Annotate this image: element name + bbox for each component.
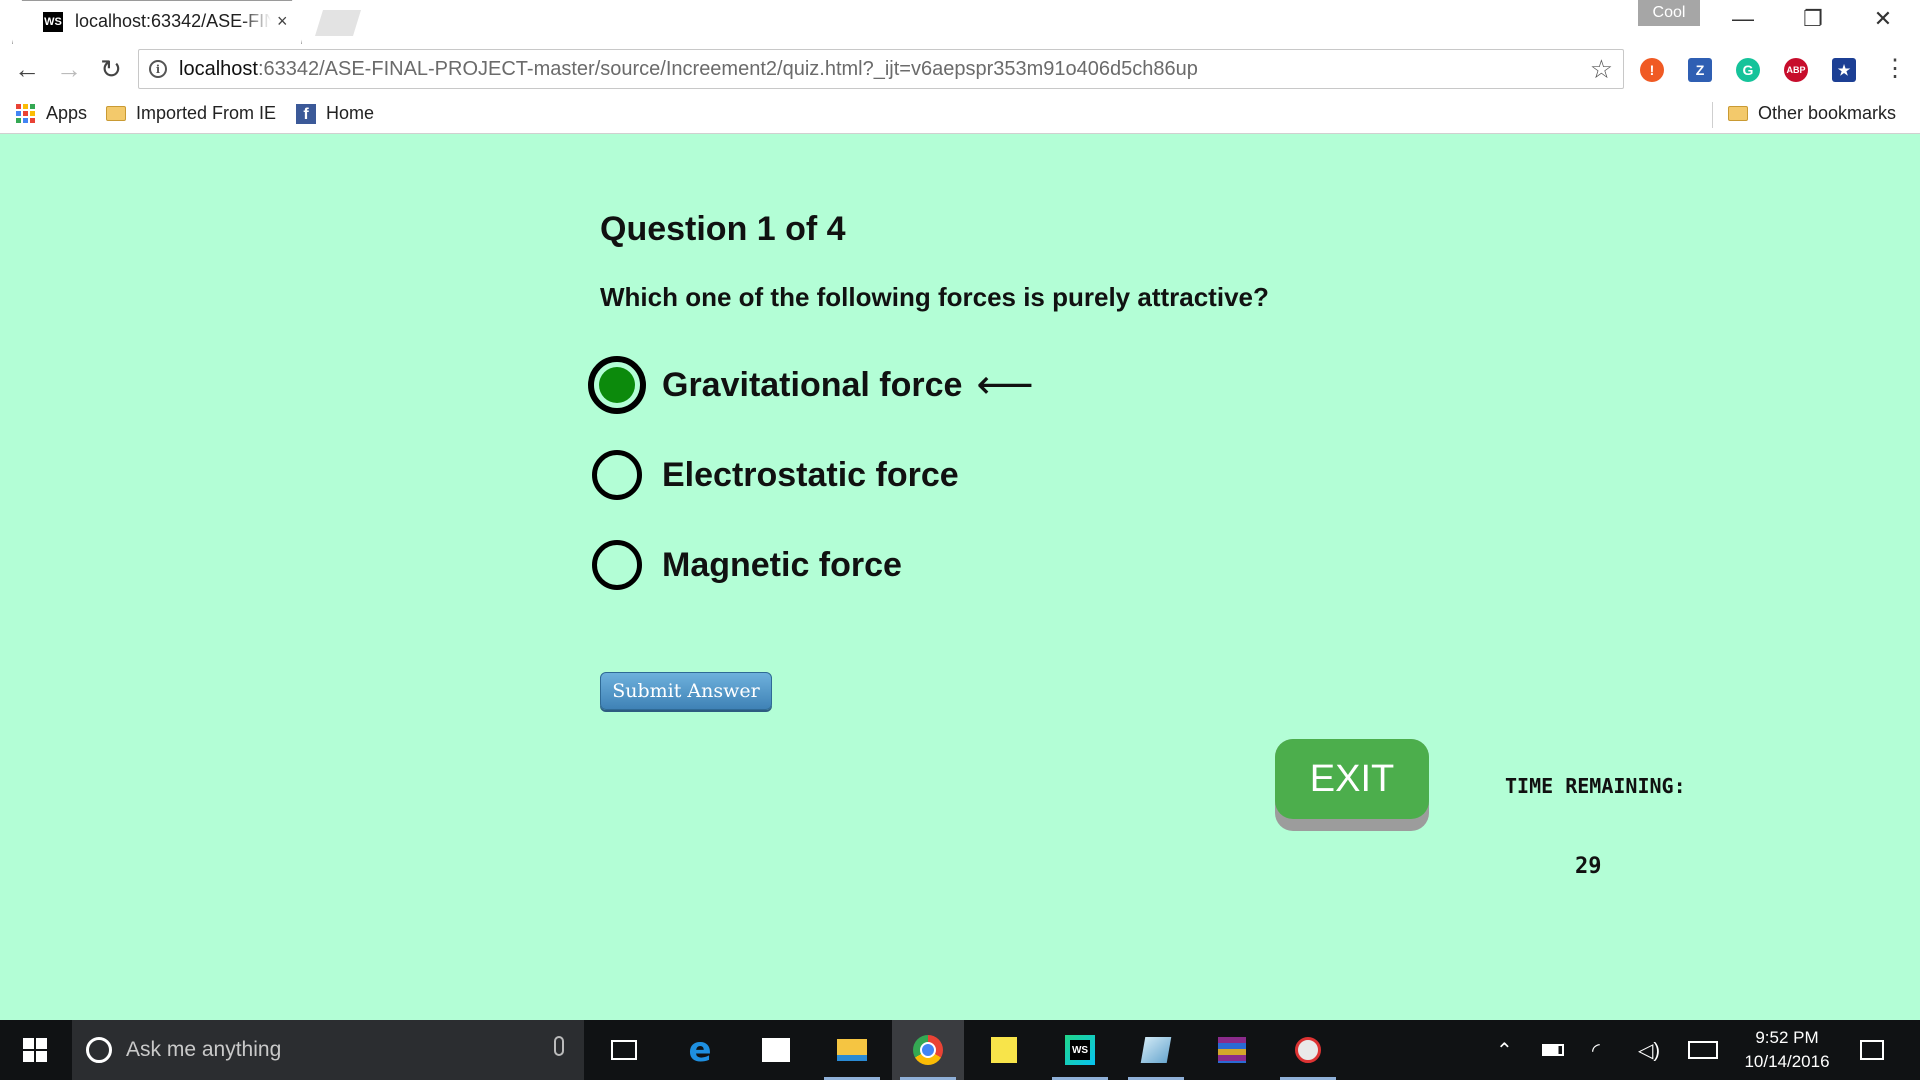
answer-option-magnetic[interactable]: Magnetic force [592, 540, 902, 590]
address-bar[interactable]: i localhost:63342/ASE-FINAL-PROJECT-mast… [138, 49, 1624, 89]
show-hidden-icons[interactable]: ⌃ [1496, 1020, 1513, 1080]
volume-icon[interactable]: ◁) [1638, 1020, 1660, 1080]
bookmark-other[interactable]: Other bookmarks [1728, 103, 1896, 124]
quiz-page: Question 1 of 4 Which one of the followi… [0, 134, 1920, 1020]
forward-icon[interactable]: → [52, 54, 86, 85]
extension-zotero-icon[interactable]: Z [1688, 58, 1712, 82]
radio-selected[interactable] [588, 356, 646, 414]
back-icon[interactable]: ← [10, 54, 44, 85]
microphone-icon[interactable] [554, 1036, 564, 1056]
system-clock[interactable]: 9:52 PM 10/14/2016 [1722, 1026, 1852, 1074]
wifi-icon[interactable]: ◜ [1592, 1020, 1600, 1080]
site-info-icon[interactable]: i [149, 60, 167, 78]
time-remaining-label: TIME REMAINING: [1505, 774, 1686, 798]
bookmark-other-label: Other bookmarks [1758, 103, 1897, 123]
start-button[interactable] [0, 1020, 70, 1080]
bookmark-apps[interactable]: Apps [16, 103, 87, 124]
exit-button[interactable]: EXIT [1275, 739, 1429, 831]
task-view-icon[interactable] [588, 1020, 660, 1080]
radio-unselected[interactable] [592, 450, 642, 500]
winrar-icon[interactable] [1196, 1020, 1268, 1080]
answer-option-gravitational[interactable]: Gravitational force ⟵ [588, 356, 1034, 414]
option-label: Electrostatic force [662, 455, 959, 494]
bookmarks-bar: Apps Imported From IE f Home Other bookm… [0, 96, 1920, 134]
new-tab-button[interactable] [315, 10, 361, 36]
url-text: localhost:63342/ASE-FINAL-PROJECT-master… [179, 57, 1198, 80]
option-label: Magnetic force [662, 545, 902, 584]
apps-grid-icon [16, 103, 36, 124]
radio-unselected[interactable] [592, 540, 642, 590]
bookmark-home-label: Home [326, 103, 375, 123]
tab-close-icon[interactable]: × [277, 11, 288, 32]
battery-icon[interactable] [1542, 1020, 1564, 1080]
extension-misc-icon[interactable]: ★ [1832, 58, 1856, 82]
facebook-icon: f [296, 103, 316, 124]
question-counter: Question 1 of 4 [600, 210, 846, 248]
bookmark-imported-from-ie[interactable]: Imported From IE [106, 103, 276, 124]
radio-dot [599, 367, 635, 403]
chrome-taskbar-icon[interactable] [892, 1020, 964, 1080]
tab-title: localhost:63342/ASE-FINAL-PROJECT-master [75, 11, 271, 31]
reload-icon[interactable]: ↻ [94, 54, 128, 85]
windows-logo-icon [23, 1038, 47, 1062]
bookmark-star-icon[interactable]: ☆ [1590, 54, 1613, 85]
keyboard-icon[interactable] [1688, 1020, 1718, 1080]
answer-option-electrostatic[interactable]: Electrostatic force [592, 450, 959, 500]
submit-answer-button[interactable]: Submit Answer [600, 672, 772, 710]
search-placeholder: Ask me anything [126, 1038, 282, 1061]
chrome-menu-icon[interactable]: ⋮ [1878, 54, 1912, 83]
store-icon[interactable] [740, 1020, 812, 1080]
clock-date: 10/14/2016 [1744, 1052, 1830, 1071]
bookmark-home[interactable]: f Home [296, 103, 374, 124]
browser-titlebar: WS localhost:63342/ASE-FINAL-PROJECT-mas… [0, 0, 1920, 44]
folder-icon [106, 106, 126, 121]
extension-grammarly-icon[interactable]: G [1736, 58, 1760, 82]
webstorm-icon[interactable]: WS [1044, 1020, 1116, 1080]
sticky-notes-icon[interactable] [968, 1020, 1040, 1080]
bookmark-apps-label: Apps [46, 103, 88, 123]
question-text: Which one of the following forces is pur… [600, 282, 1269, 312]
action-center-icon[interactable] [1860, 1020, 1884, 1080]
folder-icon [1728, 106, 1748, 121]
profile-button[interactable]: Cool [1638, 0, 1700, 26]
browser-toolbar: ← → ↻ i localhost:63342/ASE-FINAL-PROJEC… [0, 44, 1920, 96]
bookmarks-divider [1712, 102, 1713, 128]
time-remaining-value: 29 [1575, 854, 1602, 879]
browser-tab[interactable]: WS localhost:63342/ASE-FINAL-PROJECT-mas… [12, 0, 302, 44]
cortana-search-box[interactable]: Ask me anything [72, 1020, 584, 1080]
cortana-icon [86, 1037, 112, 1063]
exit-button-label: EXIT [1275, 739, 1429, 819]
bookmark-imported-label: Imported From IE [136, 103, 277, 123]
left-arrow-icon: ⟵ [976, 362, 1034, 408]
extension-alert-icon[interactable]: ! [1640, 58, 1664, 82]
restore-icon[interactable]: ❐ [1793, 6, 1833, 32]
app-icon[interactable] [1120, 1020, 1192, 1080]
snipping-tool-icon[interactable] [1272, 1020, 1344, 1080]
minimize-icon[interactable]: — [1723, 6, 1763, 32]
clock-time: 9:52 PM [1755, 1028, 1819, 1047]
edge-icon[interactable]: e [664, 1020, 736, 1080]
webstorm-favicon-icon: WS [43, 11, 63, 32]
extension-adblock-icon[interactable]: ABP [1784, 58, 1808, 82]
option-label: Gravitational force [662, 365, 963, 404]
windows-taskbar: Ask me anything e WS ⌃ ◜ ◁) 9:52 PM 10/1… [0, 1020, 1920, 1080]
close-window-icon[interactable]: ✕ [1863, 6, 1903, 32]
file-explorer-icon[interactable] [816, 1020, 888, 1080]
